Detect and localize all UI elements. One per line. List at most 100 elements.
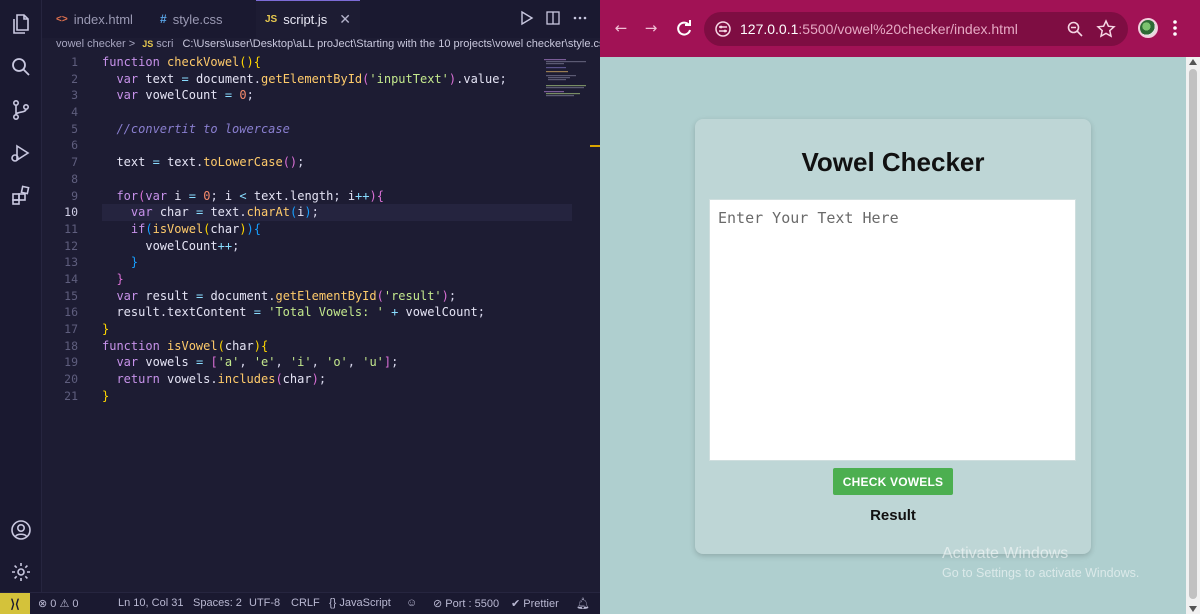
code-line-current[interactable]: var char = text.charAt(i); [102,204,572,221]
html-file-icon: <> [56,13,68,25]
watermark-subtitle: Go to Settings to activate Windows. [942,566,1140,580]
scrollbar-thumb[interactable] [1189,69,1197,599]
code-line[interactable]: for(var i = 0; i < text.length; i++){ [102,188,572,205]
code-line[interactable]: var vowelCount = 0; [102,87,572,104]
braces-icon: {} [329,597,337,609]
code-line[interactable]: } [102,321,572,338]
profile-avatar[interactable] [1138,18,1158,38]
code-line[interactable]: var result = document.getElementById('re… [102,288,572,305]
cursor-position[interactable]: Ln 10, Col 31 [118,597,183,609]
status-bar: ⟩⟨ ⊗ 0 ⚠ 0 Ln 10, Col 31 Spaces: 2 UTF-8… [0,592,600,614]
result-text: Result [870,507,916,524]
tab-script-js[interactable]: JS script.js ✕ [256,0,360,38]
back-arrow-icon[interactable]: ← [610,17,632,39]
scroll-down-arrow-icon[interactable] [1189,606,1197,612]
encoding[interactable]: UTF-8 [249,597,280,609]
code-line[interactable]: result.textContent = 'Total Vowels: ' + … [102,304,572,321]
live-server-port[interactable]: ⊘ Port : 5500 [433,597,499,610]
line-number: 19 [64,355,78,370]
line-number: 9 [71,188,78,203]
tab-index-html[interactable]: <> index.html [56,0,156,38]
warning-icon: ⚠ [59,598,70,610]
extensions-icon[interactable] [9,184,33,208]
code-line[interactable]: if(isVowel(char)){ [102,221,572,238]
code-line[interactable]: } [102,254,572,271]
code-line[interactable]: vowelCount++; [102,238,572,255]
check-vowels-button[interactable]: CHECK VOWELS [833,468,953,495]
prettier-label: Prettier [523,598,559,610]
copilot-icon[interactable]: ☺ [406,597,417,609]
language-mode[interactable]: {} JavaScript [329,597,391,609]
line-number-current: 10 [64,205,78,220]
code-line[interactable]: function isVowel(char){ [102,338,572,355]
more-actions-icon[interactable] [572,10,588,26]
code-line[interactable]: function checkVowel(){ [102,54,572,71]
activate-windows-watermark: Activate Windows Go to Settings to activ… [942,545,1139,580]
browser-window: ← → 127.0.0.1:5500/vowel%20checker/index… [600,0,1200,614]
tab-style-css[interactable]: # style.css [160,0,260,38]
code-editor[interactable]: 1 2 3 4 5 6 7 8 9 10 11 12 13 14 15 16 1… [42,54,600,592]
prettier-status[interactable]: ✔ Prettier [511,597,559,610]
code-line[interactable]: } [102,388,572,405]
line-number: 14 [64,271,78,286]
account-icon[interactable] [9,518,33,542]
explorer-icon[interactable] [9,12,33,36]
scroll-up-arrow-icon[interactable] [1189,59,1197,65]
close-icon[interactable]: ✕ [339,11,351,28]
code-line[interactable] [102,137,572,154]
css-file-icon: # [160,12,167,26]
code-line[interactable]: var vowels = ['a', 'e', 'i', 'o', 'u']; [102,354,572,371]
tab-label: index.html [73,11,133,27]
bookmark-star-icon[interactable] [1096,19,1116,39]
source-control-icon[interactable] [9,98,33,122]
kebab-menu-icon[interactable] [1172,18,1178,38]
remote-indicator-icon[interactable]: ⟩⟨ [0,593,30,614]
line-number: 12 [64,238,78,253]
tab-label: script.js [283,12,328,27]
code-line[interactable] [102,171,572,188]
page-scrollbar[interactable] [1186,57,1200,614]
code-line[interactable] [102,104,572,121]
double-check-icon: ✔ [511,598,521,610]
watermark-title: Activate Windows [942,545,1069,562]
line-number: 15 [64,288,78,303]
address-bar[interactable]: 127.0.0.1:5500/vowel%20checker/index.htm… [704,12,1128,46]
editor-tab-bar: <> index.html # style.css JS script.js ✕ [42,0,600,38]
reload-icon[interactable] [673,17,695,39]
run-debug-icon[interactable] [9,141,33,165]
forward-arrow-icon[interactable]: → [640,17,662,39]
code-line[interactable]: return vowels.includes(char); [102,371,572,388]
line-ending[interactable]: CRLF [291,597,320,609]
notifications-bell-icon[interactable]: 🔔︎ [576,597,590,610]
problems-indicator[interactable]: ⊗ 0 ⚠ 0 [38,597,79,610]
settings-gear-icon[interactable] [9,560,33,584]
breadcrumb: vowel checker > JS scri C:\Users\user\Des… [42,38,600,54]
breadcrumb-file[interactable]: scri [156,38,173,50]
editor-actions [520,10,588,26]
breadcrumb-folder[interactable]: vowel checker [56,38,126,50]
site-info-icon[interactable] [714,20,732,38]
search-icon[interactable] [9,55,33,79]
url-host: 127.0.0.1 [740,21,799,37]
split-editor-icon[interactable] [546,10,560,26]
line-number: 11 [64,221,78,236]
text-input[interactable] [709,199,1076,461]
line-number: 2 [71,71,78,86]
run-icon[interactable] [520,10,534,26]
tab-label: style.css [172,11,223,27]
zoom-icon[interactable] [1066,20,1084,38]
minimap[interactable] [544,58,592,98]
browser-toolbar: ← → 127.0.0.1:5500/vowel%20checker/index… [600,0,1200,57]
code-line[interactable]: //convertit to lowercase [102,121,572,138]
port-label: Port : 5500 [445,598,500,610]
js-file-icon: JS [142,39,154,49]
js-file-icon: JS [265,14,278,25]
indentation[interactable]: Spaces: 2 [193,597,242,609]
code-lines[interactable]: function checkVowel(){ var text = docume… [102,54,572,404]
code-line[interactable]: var text = document.getElementById('inpu… [102,71,572,88]
line-number: 1 [71,55,78,69]
url-text[interactable]: 127.0.0.1:5500/vowel%20checker/index.htm… [740,21,1018,37]
line-number: 7 [71,155,78,170]
code-line[interactable]: } [102,271,572,288]
code-line[interactable]: text = text.toLowerCase(); [102,154,572,171]
